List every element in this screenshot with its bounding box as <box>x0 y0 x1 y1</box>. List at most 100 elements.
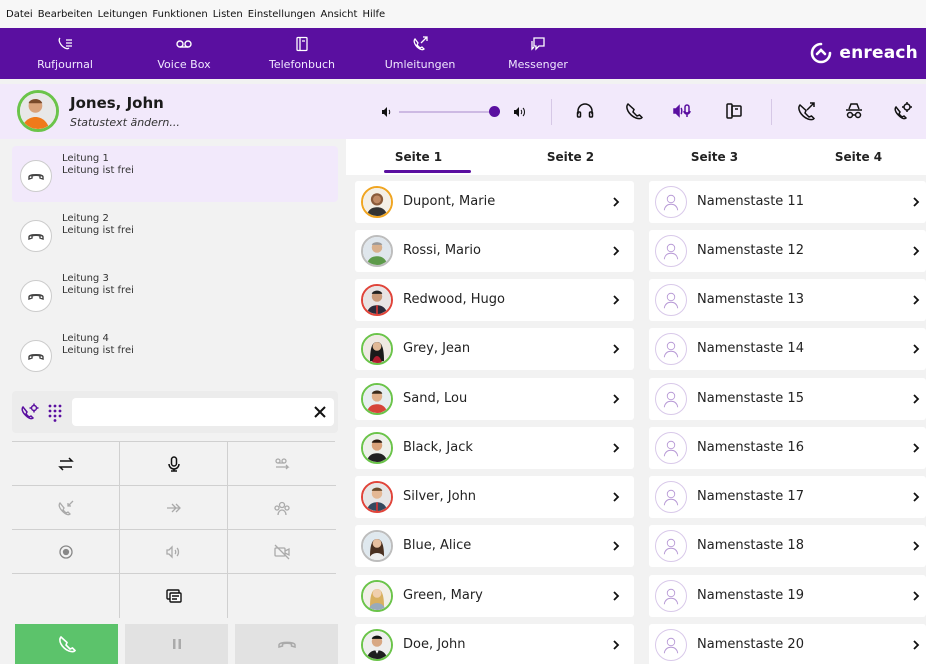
person-photo-icon <box>363 237 391 265</box>
nav-call-journal[interactable]: Rufjournal <box>6 28 124 79</box>
volume-slider[interactable] <box>399 111 499 113</box>
contact-name: Black, Jack <box>403 440 473 455</box>
device-button[interactable] <box>724 101 744 121</box>
user-status-text[interactable]: Statustext ändern... <box>70 116 180 129</box>
line-item-4[interactable]: Leitung 4 Leitung ist frei <box>12 326 338 382</box>
call-settings-icon[interactable] <box>20 402 40 422</box>
nav-voice-box[interactable]: Voice Box <box>125 28 243 79</box>
do-not-disturb-button[interactable] <box>844 101 864 121</box>
menu-lists[interactable]: Listen <box>213 9 243 20</box>
speed-dial-key[interactable]: Namenstaste 19 <box>649 575 926 617</box>
speed-dial-key-name: Namenstaste 11 <box>697 194 804 209</box>
call-function-grid <box>12 441 336 618</box>
volume-slider-handle[interactable] <box>488 106 500 117</box>
tab-seite-4[interactable]: Seite 4 <box>786 139 926 175</box>
dial-number-input[interactable] <box>72 398 334 426</box>
screen-share-button[interactable] <box>120 574 228 618</box>
contact-item[interactable]: Grey, Jean <box>355 328 634 370</box>
line-4-status: Leitung ist frei <box>62 345 134 356</box>
menu-settings[interactable]: Einstellungen <box>248 9 316 20</box>
speed-dial-key-name: Namenstaste 14 <box>697 341 804 356</box>
speed-dial-key-name: Namenstaste 17 <box>697 489 804 504</box>
nav-messenger[interactable]: Messenger <box>479 28 597 79</box>
line-1-title: Leitung 1 <box>62 153 109 164</box>
pause-icon <box>172 639 181 649</box>
speaker-button <box>120 530 228 574</box>
speed-dial-key[interactable]: Namenstaste 13 <box>649 279 926 321</box>
hangup-icon <box>277 641 296 648</box>
chevron-right-icon <box>613 541 620 551</box>
conference-button[interactable] <box>893 101 913 121</box>
contact-item[interactable]: Blue, Alice <box>355 525 634 567</box>
clear-close-icon[interactable] <box>310 402 330 422</box>
user-placeholder-icon <box>663 538 679 555</box>
headset-button[interactable] <box>575 101 595 121</box>
phone-icon <box>58 635 76 653</box>
person-photo-icon <box>363 335 391 363</box>
menu-edit[interactable]: Bearbeiten <box>38 9 93 20</box>
menu-lines[interactable]: Leitungen <box>98 9 148 20</box>
line-item-3[interactable]: Leitung 3 Leitung ist frei <box>12 266 338 322</box>
contact-avatar-placeholder <box>655 235 687 267</box>
menu-file[interactable]: Datei <box>6 9 33 20</box>
user-placeholder-icon <box>663 194 679 211</box>
speed-dial-key[interactable]: Namenstaste 17 <box>649 476 926 518</box>
handset-button[interactable] <box>624 101 644 121</box>
menu-view[interactable]: Ansicht <box>321 9 358 20</box>
call-button[interactable] <box>15 624 118 664</box>
double-arrow-right-icon <box>166 503 181 512</box>
nav-phonebook[interactable]: Telefonbuch <box>243 28 361 79</box>
line-4-title: Leitung 4 <box>62 333 109 344</box>
menu-help[interactable]: Hilfe <box>362 9 385 20</box>
record-button <box>12 530 120 574</box>
line-item-2[interactable]: Leitung 2 Leitung ist frei <box>12 206 338 262</box>
call-journal-icon <box>58 37 72 50</box>
chevron-right-icon <box>613 492 620 502</box>
contact-item[interactable]: Redwood, Hugo <box>355 279 634 321</box>
mute-microphone-button[interactable] <box>673 101 693 121</box>
menu-functions[interactable]: Funktionen <box>152 9 207 20</box>
contact-item[interactable]: Dupont, Marie <box>355 181 634 223</box>
chevron-right-icon <box>913 640 920 650</box>
contact-item[interactable]: Rossi, Mario <box>355 230 634 272</box>
speed-dial-key[interactable]: Namenstaste 15 <box>649 378 926 420</box>
contact-item[interactable]: Black, Jack <box>355 427 634 469</box>
speed-dial-key[interactable]: Namenstaste 18 <box>649 525 926 567</box>
toggle-call-button[interactable] <box>12 442 120 486</box>
line-1-status: Leitung ist frei <box>62 165 134 176</box>
call-pickup-button <box>12 486 120 530</box>
contact-item[interactable]: Green, Mary <box>355 575 634 617</box>
contact-name: Sand, Lou <box>403 391 468 406</box>
call-forward-button[interactable] <box>796 101 816 121</box>
line-2-hangup-indicator <box>20 220 52 252</box>
contact-avatar-placeholder <box>655 580 687 612</box>
contact-item[interactable]: Sand, Lou <box>355 378 634 420</box>
contact-item[interactable]: Doe, John <box>355 624 634 664</box>
user-name: Jones, John <box>70 94 164 112</box>
user-avatar[interactable] <box>17 90 59 132</box>
contact-name: Grey, Jean <box>403 341 471 356</box>
speed-dial-key[interactable]: Namenstaste 11 <box>649 181 926 223</box>
nav-call-forward[interactable]: Umleitungen <box>361 28 479 79</box>
chevron-right-icon <box>913 394 920 404</box>
contact-item[interactable]: Silver, John <box>355 476 634 518</box>
speed-dial-key[interactable]: Namenstaste 20 <box>649 624 926 664</box>
user-placeholder-icon <box>663 243 679 260</box>
contact-avatar-placeholder <box>655 530 687 562</box>
hangup-icon <box>28 354 44 360</box>
line-item-1[interactable]: Leitung 1 Leitung ist frei <box>12 146 338 202</box>
chevron-right-icon <box>913 541 920 551</box>
dialpad-icon[interactable] <box>45 402 65 422</box>
speed-dial-key[interactable]: Namenstaste 12 <box>649 230 926 272</box>
chevron-right-icon <box>913 246 920 256</box>
tab-seite-3[interactable]: Seite 3 <box>642 139 787 175</box>
person-photo-icon <box>363 483 391 511</box>
brand-name: enreach <box>839 43 918 63</box>
speed-dial-key[interactable]: Namenstaste 16 <box>649 427 926 469</box>
speed-dial-key[interactable]: Namenstaste 14 <box>649 328 926 370</box>
microphone-button[interactable] <box>120 442 228 486</box>
tab-seite-2[interactable]: Seite 2 <box>498 139 643 175</box>
contact-avatar <box>361 580 393 612</box>
chevron-right-icon <box>613 344 620 354</box>
hold-button <box>125 624 228 664</box>
